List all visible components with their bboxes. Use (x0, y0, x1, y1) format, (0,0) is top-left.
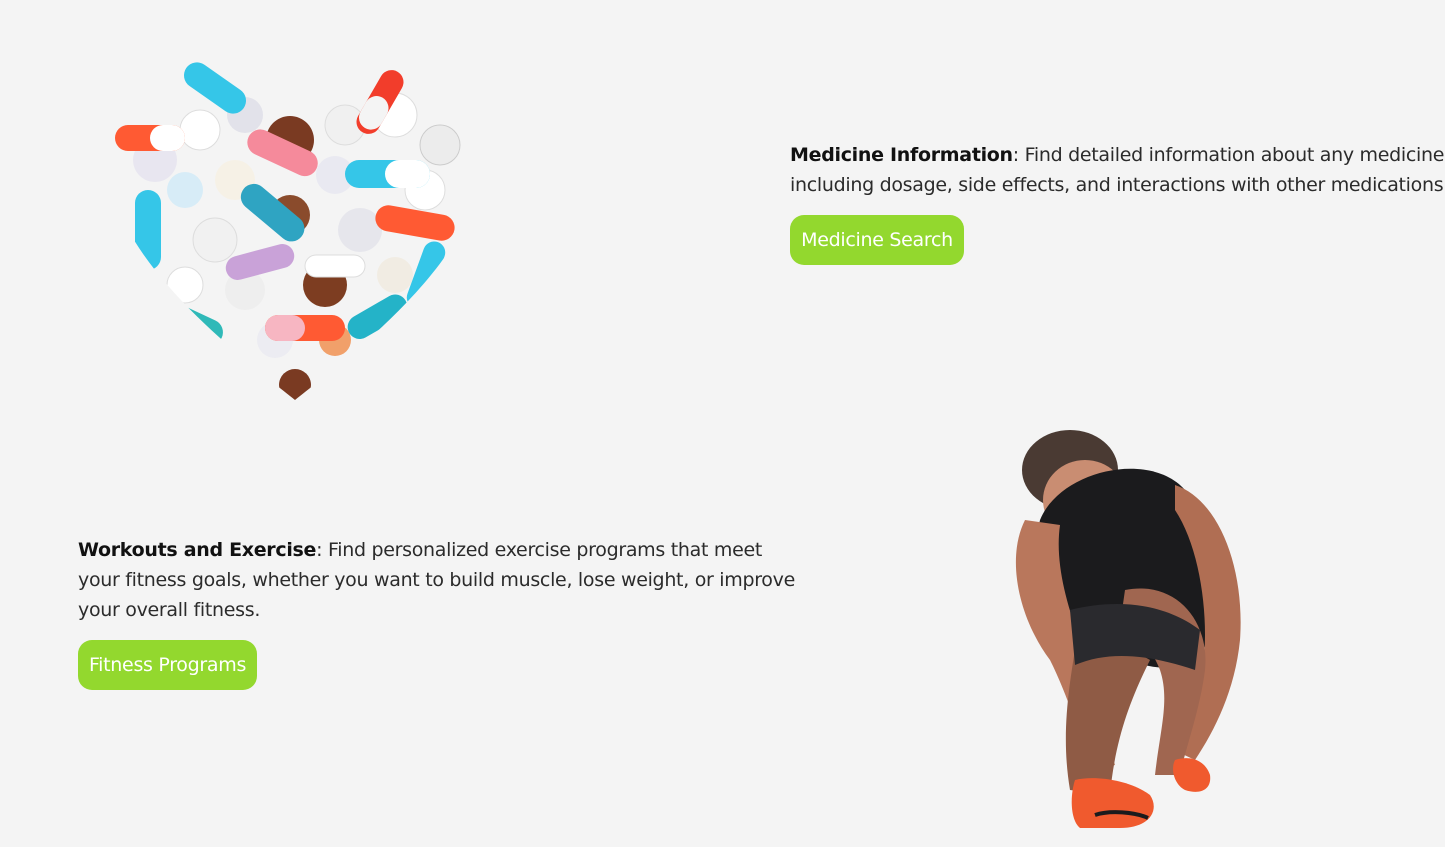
athlete-tying-shoe-image (1015, 430, 1241, 828)
workouts-info-text: Workouts and Exercise: Find personalized… (78, 535, 798, 625)
workouts-info-title: Workouts and Exercise (78, 539, 317, 561)
medicine-info-title: Medicine Information (790, 144, 1013, 166)
fitness-programs-button[interactable]: Fitness Programs (78, 640, 257, 690)
medicine-info-text: Medicine Information: Find detailed info… (790, 140, 1445, 200)
page: Medicine Information: Find detailed info… (0, 0, 1445, 847)
pills-heart-image (115, 62, 461, 400)
medicine-search-button[interactable]: Medicine Search (790, 215, 964, 265)
